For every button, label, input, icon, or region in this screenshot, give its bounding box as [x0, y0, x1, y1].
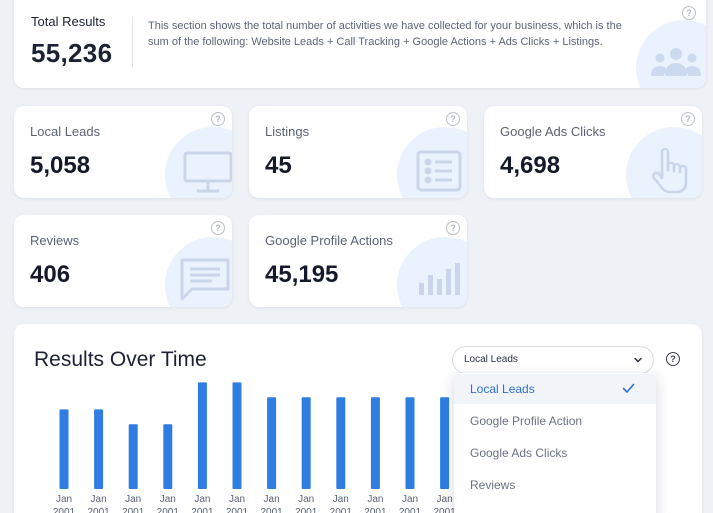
stat-value: 4,698	[500, 152, 561, 179]
x-tick-label: Jan	[56, 494, 72, 505]
metric-select[interactable]: Local Leads	[452, 346, 654, 374]
stat-card-reviews: Reviews 406 ?	[14, 215, 232, 307]
x-tick-label-year: 2001	[122, 507, 145, 513]
users-icon	[651, 48, 701, 76]
check-icon	[622, 383, 635, 393]
message-icon	[180, 258, 230, 301]
stat-title: Reviews	[30, 233, 80, 248]
chart-bar[interactable]	[336, 397, 346, 489]
chart-bar[interactable]	[267, 397, 277, 489]
help-icon[interactable]: ?	[681, 112, 695, 126]
chart-bar[interactable]	[301, 397, 311, 489]
stat-value: 45,195	[265, 261, 339, 288]
menu-item-google-profile-action[interactable]: Google Profile Action	[454, 406, 656, 436]
x-tick-label-year: 2001	[191, 507, 214, 513]
x-tick-label-year: 2001	[330, 507, 353, 513]
stat-title: Google Ads Clicks	[500, 124, 606, 139]
x-tick-label-year: 2001	[364, 507, 387, 513]
x-tick-label-year: 2001	[87, 507, 110, 513]
metric-dropdown-menu: Local Leads Google Profile Action Google…	[454, 373, 656, 513]
x-tick-label-year: 2001	[53, 507, 76, 513]
x-tick-label: Jan	[367, 494, 383, 505]
x-tick-label-year: 2001	[433, 507, 456, 513]
hand-click-icon	[652, 147, 688, 194]
menu-item-label: Google Ads Clicks	[470, 446, 568, 460]
menu-item-label: Google Profile Action	[470, 414, 583, 428]
chart-bar[interactable]	[94, 409, 104, 489]
x-tick-label: Jan	[264, 494, 280, 505]
x-tick-label-year: 2001	[260, 507, 283, 513]
stat-card-local-leads: Local Leads 5,058 ?	[14, 106, 232, 198]
chart-bar[interactable]	[405, 397, 415, 489]
chart-bar[interactable]	[59, 409, 69, 489]
x-tick-label-year: 2001	[226, 507, 249, 513]
stat-title: Listings	[265, 124, 310, 139]
stat-value: 45	[265, 152, 292, 179]
stat-value: 406	[30, 261, 71, 288]
chevron-down-icon	[634, 357, 642, 363]
total-results-description: This section shows the total number of a…	[148, 20, 622, 48]
help-icon[interactable]: ?	[211, 112, 225, 126]
monitor-icon	[183, 151, 232, 193]
x-tick-label: Jan	[229, 494, 245, 505]
x-tick-label: Jan	[333, 494, 349, 505]
x-tick-label: Jan	[298, 494, 314, 505]
help-icon[interactable]: ?	[446, 112, 460, 126]
menu-item-label: Reviews	[470, 478, 516, 492]
bar-chart-icon	[419, 263, 460, 295]
chart-bar[interactable]	[232, 382, 242, 489]
chart-bar[interactable]	[197, 382, 207, 489]
x-tick-label: Jan	[125, 494, 141, 505]
x-tick-label: Jan	[91, 494, 107, 505]
x-tick-label: Jan	[437, 494, 453, 505]
x-tick-label-year: 2001	[157, 507, 180, 513]
divider	[132, 17, 133, 67]
list-icon	[416, 150, 462, 192]
x-tick-label-year: 2001	[295, 507, 318, 513]
menu-item-local-leads[interactable]: Local Leads	[454, 374, 656, 404]
chart-bar[interactable]	[370, 397, 380, 489]
help-icon[interactable]: ?	[682, 6, 696, 20]
stat-value: 5,058	[30, 152, 91, 179]
stat-card-google-profile-actions: Google Profile Actions 45,195 ?	[249, 215, 467, 307]
menu-item-label: Local Leads	[470, 382, 535, 396]
help-icon[interactable]: ?	[211, 221, 225, 235]
stat-title: Google Profile Actions	[265, 233, 393, 248]
total-results-title: Total Results	[31, 14, 106, 29]
x-tick-label: Jan	[402, 494, 418, 505]
stat-card-google-ads-clicks: Google Ads Clicks 4,698 ?	[484, 106, 702, 198]
menu-item-reviews[interactable]: Reviews	[454, 470, 656, 500]
x-tick-label-year: 2001	[399, 507, 422, 513]
stat-title: Local Leads	[30, 124, 101, 139]
help-icon[interactable]: ?	[446, 221, 460, 235]
total-results-value: 55,236	[31, 38, 113, 68]
x-tick-label: Jan	[194, 494, 210, 505]
metric-select-value: Local Leads	[464, 354, 518, 365]
chart-bar[interactable]	[440, 397, 450, 489]
menu-item-google-ads-clicks[interactable]: Google Ads Clicks	[454, 438, 656, 468]
chart-bar[interactable]	[163, 424, 173, 489]
stat-card-listings: Listings 45 ?	[249, 106, 467, 198]
x-tick-label: Jan	[160, 494, 176, 505]
chart-bar[interactable]	[128, 424, 138, 489]
total-results-card: Total Results 55,236 This section shows …	[14, 0, 706, 88]
